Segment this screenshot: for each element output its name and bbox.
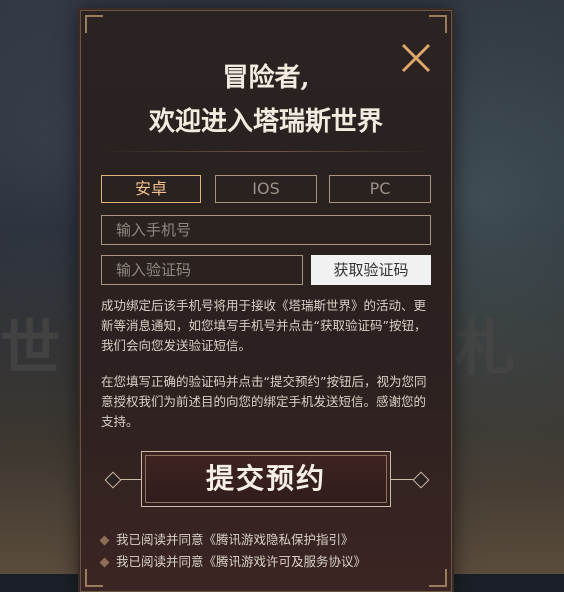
phone-input[interactable]: 输入手机号 [101, 215, 431, 245]
tab-android[interactable]: 安卓 [101, 175, 201, 203]
get-code-button[interactable]: 获取验证码 [311, 255, 431, 285]
diamond-ornament-icon [104, 471, 122, 489]
diamond-ornament-icon [412, 471, 430, 489]
reservation-modal: 冒险者, 欢迎进入塔瑞斯世界 安卓 IOS PC 输入手机号 输入验证码 获取验… [80, 10, 452, 592]
close-icon[interactable] [399, 41, 433, 75]
submit-decoration: 提交预约 [104, 445, 430, 515]
corner-ornament [429, 569, 447, 587]
tab-ios[interactable]: IOS [215, 175, 317, 203]
divider [101, 151, 431, 152]
background-text-right: 札 [455, 314, 515, 384]
corner-ornament [85, 15, 103, 33]
agreement-privacy-label: 我已阅读并同意《腾讯游戏隐私保护指引》 [116, 532, 354, 547]
modal-title-line1: 冒险者, [222, 63, 310, 93]
checkbox-diamond-icon[interactable] [99, 557, 110, 568]
button-inner-frame [145, 455, 387, 503]
agreement-license-label: 我已阅读并同意《腾讯游戏许可及服务协议》 [116, 554, 367, 569]
agreement-privacy[interactable]: 我已阅读并同意《腾讯游戏隐私保护指引》 [99, 531, 354, 549]
notice-paragraph-2: 在您填写正确的验证码并点击“提交预约”按钮后，视为您同意授权我们为前述目的向您的… [101, 374, 427, 429]
background-text-left: 世 [0, 314, 60, 384]
verification-code-input[interactable]: 输入验证码 [101, 255, 303, 285]
corner-ornament [85, 569, 103, 587]
modal-title-line2: 欢迎进入塔瑞斯世界 [148, 107, 383, 137]
checkbox-diamond-icon[interactable] [99, 535, 110, 546]
agreement-license[interactable]: 我已阅读并同意《腾讯游戏许可及服务协议》 [99, 553, 367, 571]
tab-pc[interactable]: PC [329, 175, 431, 203]
corner-ornament [429, 15, 447, 33]
notice-paragraph-1: 成功绑定后该手机号将用于接收《塔瑞斯世界》的活动、更新等消息通知，如您填写手机号… [101, 298, 427, 353]
